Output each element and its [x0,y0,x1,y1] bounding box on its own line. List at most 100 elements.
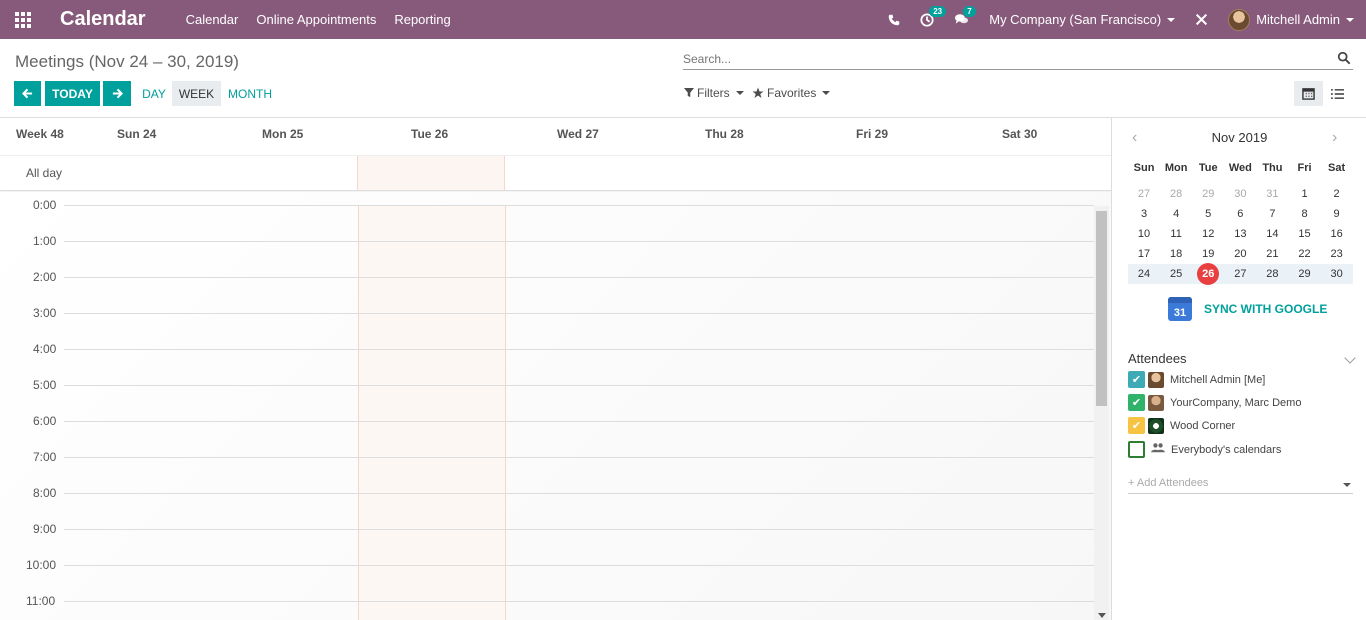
chevron-down-icon[interactable] [1344,352,1356,364]
mini-calendar-day[interactable]: 29 [1192,188,1224,200]
hour-row[interactable]: 9:00 [0,522,1094,565]
search-icon[interactable] [1337,51,1351,65]
attendee-checkbox[interactable]: ✔ [1128,394,1145,411]
hour-row[interactable]: 3:00 [0,306,1094,349]
mini-calendar-day[interactable]: 27 [1128,188,1160,200]
day-header-mon[interactable]: Mon 25 [262,127,303,141]
user-menu[interactable]: Mitchell Admin [1228,8,1354,31]
mini-calendar-day[interactable]: 19 [1192,248,1224,260]
mini-calendar-day[interactable]: 10 [1128,228,1160,240]
mini-calendar-day[interactable]: 17 [1128,248,1160,260]
day-header-thu[interactable]: Thu 28 [705,127,744,141]
mini-calendar-day[interactable]: 29 [1288,268,1320,280]
hour-row[interactable]: 11:00 [0,594,1094,620]
hour-row[interactable]: 8:00 [0,486,1094,529]
mini-calendar-day[interactable]: 16 [1321,228,1353,240]
mini-calendar-day[interactable]: 4 [1160,208,1192,220]
mini-calendar-day[interactable]: 5 [1192,208,1224,220]
debug-tools-icon[interactable] [1195,13,1208,26]
attendee-checkbox[interactable]: ✔ [1128,371,1145,388]
all-day-row[interactable]: All day [0,156,1111,191]
mini-calendar-day[interactable]: 3 [1128,208,1160,220]
previous-button[interactable] [14,81,41,106]
caret-down-icon[interactable] [1343,483,1351,487]
day-header-tue[interactable]: Tue 26 [411,127,448,141]
day-header-sat[interactable]: Sat 30 [1002,127,1037,141]
add-attendees-input[interactable]: + Add Attendees [1128,477,1353,494]
day-header-fri[interactable]: Fri 29 [856,127,888,141]
google-calendar-icon: 31 [1168,297,1192,321]
mini-calendar-week: 3456789 [1128,204,1353,224]
scale-day-button[interactable]: DAY [137,81,171,106]
mini-calendar-day[interactable]: 2 [1321,188,1353,200]
today-button[interactable]: TODAY [45,81,100,106]
hour-line [64,565,1094,566]
filters-dropdown[interactable]: Filters [684,86,744,100]
mini-calendar-day[interactable]: 20 [1224,248,1256,260]
menu-item-online-appointments[interactable]: Online Appointments [256,12,376,27]
attendee-filter[interactable]: ✔ Mitchell Admin [Me] [1128,371,1265,388]
mini-calendar-day[interactable]: 11 [1160,228,1192,240]
next-button[interactable] [103,81,131,106]
sync-google-button[interactable]: 31 SYNC WITH GOOGLE [1168,297,1327,321]
mini-calendar-day[interactable]: 27 [1224,268,1256,280]
calendar-view-button[interactable] [1294,81,1323,106]
hour-row[interactable]: 0:00 [0,198,1094,241]
mini-calendar-month: Nov 2019 [1211,130,1268,145]
mini-calendar-day[interactable]: 12 [1192,228,1224,240]
mini-calendar-day[interactable]: 13 [1224,228,1256,240]
mini-calendar-day[interactable]: 30 [1224,188,1256,200]
scroll-down-arrow-icon[interactable] [1098,613,1106,618]
day-header-sun[interactable]: Sun 24 [117,127,156,141]
company-switcher[interactable]: My Company (San Francisco) [989,12,1176,27]
mini-calendar-day[interactable]: 18 [1160,248,1192,260]
top-navbar: Calendar Calendar Online Appointments Re… [0,0,1366,39]
menu-item-calendar[interactable]: Calendar [186,12,239,27]
scale-week-button[interactable]: WEEK [172,81,221,106]
messages-icon[interactable]: 7 [954,6,976,26]
day-header-wed[interactable]: Wed 27 [557,127,599,141]
hour-row[interactable]: 4:00 [0,342,1094,385]
mini-calendar-day[interactable]: 22 [1288,248,1320,260]
mini-calendar-day[interactable]: 24 [1128,268,1160,280]
apps-menu-icon[interactable] [0,0,46,39]
mini-calendar-day[interactable]: 31 [1256,188,1288,200]
scroll-thumb[interactable] [1096,211,1107,406]
hour-row[interactable]: 1:00 [0,234,1094,277]
time-grid[interactable]: 0:00 1:00 2:00 3:00 4:00 5:00 6:00 7:00 8:00 9:00… [0,192,1111,620]
mini-calendar-day[interactable]: 9 [1321,208,1353,220]
attendee-checkbox[interactable] [1128,441,1145,458]
scale-month-button[interactable]: MONTH [224,81,276,106]
mini-calendar-day[interactable]: 26 [1192,263,1224,285]
hour-row[interactable]: 5:00 [0,378,1094,421]
attendee-checkbox[interactable]: ✔ [1128,417,1145,434]
hour-row[interactable]: 6:00 [0,414,1094,457]
mini-calendar-day[interactable]: 8 [1288,208,1320,220]
mini-calendar-day[interactable]: 1 [1288,188,1320,200]
scrollbar[interactable] [1094,206,1109,620]
mini-calendar-day[interactable]: 23 [1321,248,1353,260]
attendee-filter[interactable]: Everybody's calendars [1128,441,1281,458]
mini-calendar-day[interactable]: 30 [1321,268,1353,280]
weekday-label: Wed [1228,162,1252,174]
favorites-dropdown[interactable]: Favorites [752,86,831,100]
mini-calendar-day[interactable]: 15 [1288,228,1320,240]
activity-icon[interactable]: 23 [920,5,947,27]
search-input[interactable] [683,49,1323,69]
phone-icon[interactable] [888,14,900,26]
attendee-filter[interactable]: ✔ YourCompany, Marc Demo [1128,394,1301,411]
menu-item-reporting[interactable]: Reporting [394,12,450,27]
hour-row[interactable]: 2:00 [0,270,1094,313]
mini-calendar-day[interactable]: 25 [1160,268,1192,280]
mini-calendar-day[interactable]: 28 [1256,268,1288,280]
chevron-right-icon[interactable]: › [1332,130,1342,146]
mini-calendar-day[interactable]: 7 [1256,208,1288,220]
mini-calendar-day[interactable]: 6 [1224,208,1256,220]
mini-calendar-day[interactable]: 28 [1160,188,1192,200]
hour-row[interactable]: 10:00 [0,558,1094,601]
mini-calendar-day[interactable]: 14 [1256,228,1288,240]
list-view-button[interactable] [1323,81,1352,106]
mini-calendar-day[interactable]: 21 [1256,248,1288,260]
attendee-filter[interactable]: ✔ Wood Corner [1128,417,1235,434]
hour-row[interactable]: 7:00 [0,450,1094,493]
